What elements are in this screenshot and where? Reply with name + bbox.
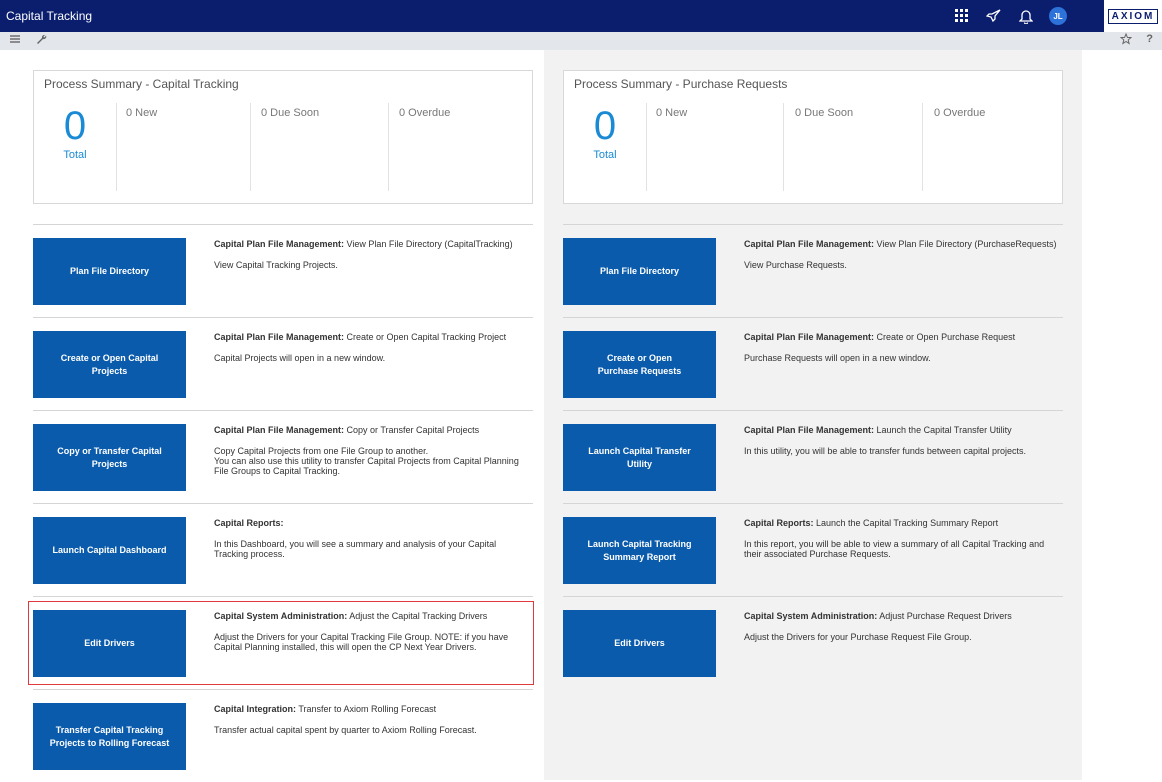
action-heading-detail: Create or Open Purchase Request bbox=[874, 332, 1016, 342]
action-heading: Capital Plan File Management: bbox=[214, 332, 345, 342]
summary-total-value: 0 bbox=[593, 104, 617, 148]
action-row: Launch Capital Dashboard Capital Reports… bbox=[33, 503, 533, 596]
star-icon[interactable] bbox=[1119, 32, 1133, 48]
action-body: Copy Capital Projects from one File Grou… bbox=[214, 446, 519, 476]
action-heading-detail: Launch the Capital Tracking Summary Repo… bbox=[813, 518, 999, 528]
action-body: Capital Projects will open in a new wind… bbox=[214, 353, 386, 363]
action-row: Launch Capital Transfer Utility Capital … bbox=[563, 410, 1063, 503]
summary-total-label: Total bbox=[63, 149, 87, 161]
action-body: In this report, you will be able to view… bbox=[744, 539, 1045, 559]
action-heading-detail: Copy or Transfer Capital Projects bbox=[344, 425, 480, 435]
summary-title: Process Summary - Purchase Requests bbox=[574, 77, 788, 91]
action-row: Create or Open Purchase Requests Capital… bbox=[563, 317, 1063, 410]
summary-due-soon[interactable]: 0 Due Soon bbox=[261, 107, 319, 119]
action-description: Capital Reports: Launch the Capital Trac… bbox=[744, 518, 1059, 559]
summary-overdue[interactable]: 0 Overdue bbox=[399, 107, 450, 119]
action-row: Launch Capital Tracking Summary Report C… bbox=[563, 503, 1063, 596]
action-heading: Capital System Administration: bbox=[744, 611, 878, 621]
action-heading-detail: Create or Open Capital Tracking Project bbox=[344, 332, 507, 342]
action-body: Adjust the Drivers for your Purchase Req… bbox=[744, 632, 972, 642]
copy-transfer-capital-projects-button[interactable]: Copy or Transfer Capital Projects bbox=[33, 424, 186, 491]
main-content: Process Summary - Capital Tracking 0 Tot… bbox=[0, 50, 1162, 780]
wrench-icon[interactable] bbox=[35, 33, 47, 48]
plan-file-directory-button[interactable]: Plan File Directory bbox=[33, 238, 186, 305]
launch-capital-transfer-utility-button[interactable]: Launch Capital Transfer Utility bbox=[563, 424, 716, 491]
summary-divider bbox=[922, 103, 923, 191]
summary-total[interactable]: 0 Total bbox=[564, 103, 646, 191]
action-body: Transfer actual capital spent by quarter… bbox=[214, 725, 477, 735]
summary-total-value: 0 bbox=[63, 104, 87, 148]
action-body: In this Dashboard, you will see a summar… bbox=[214, 539, 497, 559]
action-description: Capital Reports: In this Dashboard, you … bbox=[214, 518, 529, 559]
top-bar: Capital Tracking JL AXIOM bbox=[0, 0, 1162, 32]
menu-icon[interactable] bbox=[9, 33, 21, 48]
action-body: View Capital Tracking Projects. bbox=[214, 260, 338, 270]
action-row: Edit Drivers Capital System Administrati… bbox=[563, 596, 1063, 689]
action-heading-detail: View Plan File Directory (PurchaseReques… bbox=[874, 239, 1057, 249]
action-body: Purchase Requests will open in a new win… bbox=[744, 353, 931, 363]
brand-logo: AXIOM bbox=[1104, 0, 1162, 32]
action-row: Copy or Transfer Capital Projects Capita… bbox=[33, 410, 533, 503]
action-description: Capital Integration: Transfer to Axiom R… bbox=[214, 704, 529, 735]
apps-grid-icon[interactable] bbox=[953, 7, 971, 25]
action-description: Capital System Administration: Adjust Pu… bbox=[744, 611, 1059, 642]
action-heading: Capital Plan File Management: bbox=[214, 239, 345, 249]
process-summary-capital-tracking: Process Summary - Capital Tracking 0 Tot… bbox=[33, 70, 533, 204]
edit-drivers-button[interactable]: Edit Drivers bbox=[563, 610, 716, 677]
summary-new[interactable]: 0 New bbox=[126, 107, 157, 119]
top-icons: JL bbox=[953, 7, 1067, 25]
action-description: Capital Plan File Management: Copy or Tr… bbox=[214, 425, 529, 476]
summary-overdue[interactable]: 0 Overdue bbox=[934, 107, 985, 119]
bell-icon[interactable] bbox=[1017, 7, 1035, 25]
action-body: View Purchase Requests. bbox=[744, 260, 847, 270]
create-open-capital-projects-button[interactable]: Create or Open Capital Projects bbox=[33, 331, 186, 398]
action-row: Plan File Directory Capital Plan File Ma… bbox=[33, 224, 533, 317]
rocket-icon[interactable] bbox=[985, 7, 1003, 25]
transfer-to-rolling-forecast-button[interactable]: Transfer Capital Tracking Projects to Ro… bbox=[33, 703, 186, 770]
create-open-purchase-requests-button[interactable]: Create or Open Purchase Requests bbox=[563, 331, 716, 398]
toolbar: ? bbox=[0, 32, 1162, 50]
action-heading: Capital Integration: bbox=[214, 704, 297, 714]
action-row: Transfer Capital Tracking Projects to Ro… bbox=[33, 689, 533, 782]
action-heading: Capital Reports: bbox=[214, 518, 284, 528]
action-heading: Capital Plan File Management: bbox=[744, 332, 875, 342]
action-body: In this utility, you will be able to tra… bbox=[744, 446, 1026, 456]
action-heading-detail: Adjust Purchase Request Drivers bbox=[877, 611, 1012, 621]
action-heading: Capital Plan File Management: bbox=[214, 425, 345, 435]
summary-due-soon[interactable]: 0 Due Soon bbox=[795, 107, 853, 119]
action-row: Create or Open Capital Projects Capital … bbox=[33, 317, 533, 410]
selection-highlight bbox=[28, 601, 534, 685]
plan-file-directory-button[interactable]: Plan File Directory bbox=[563, 238, 716, 305]
summary-divider bbox=[646, 103, 647, 191]
action-heading-detail: Transfer to Axiom Rolling Forecast bbox=[296, 704, 437, 714]
action-heading: Capital Reports: bbox=[744, 518, 814, 528]
action-heading: Capital Plan File Management: bbox=[744, 425, 875, 435]
help-icon[interactable]: ? bbox=[1146, 33, 1153, 48]
summary-total[interactable]: 0 Total bbox=[34, 103, 116, 191]
action-heading-detail: Launch the Capital Transfer Utility bbox=[874, 425, 1012, 435]
app-title: Capital Tracking bbox=[6, 9, 93, 23]
action-description: Capital Plan File Management: Create or … bbox=[214, 332, 529, 363]
action-heading-detail: View Plan File Directory (CapitalTrackin… bbox=[344, 239, 513, 249]
action-description: Capital Plan File Management: View Plan … bbox=[214, 239, 529, 270]
summary-title: Process Summary - Capital Tracking bbox=[44, 77, 239, 91]
launch-summary-report-button[interactable]: Launch Capital Tracking Summary Report bbox=[563, 517, 716, 584]
summary-divider bbox=[116, 103, 117, 191]
brand-text: AXIOM bbox=[1107, 8, 1159, 24]
summary-divider bbox=[783, 103, 784, 191]
action-row: Plan File Directory Capital Plan File Ma… bbox=[563, 224, 1063, 317]
action-description: Capital Plan File Management: Create or … bbox=[744, 332, 1059, 363]
action-description: Capital Plan File Management: View Plan … bbox=[744, 239, 1059, 270]
action-heading: Capital Plan File Management: bbox=[744, 239, 875, 249]
launch-capital-dashboard-button[interactable]: Launch Capital Dashboard bbox=[33, 517, 186, 584]
summary-divider bbox=[388, 103, 389, 191]
action-description: Capital Plan File Management: Launch the… bbox=[744, 425, 1059, 456]
summary-divider bbox=[250, 103, 251, 191]
process-summary-purchase-requests: Process Summary - Purchase Requests 0 To… bbox=[563, 70, 1063, 204]
user-avatar[interactable]: JL bbox=[1049, 7, 1067, 25]
summary-new[interactable]: 0 New bbox=[656, 107, 687, 119]
summary-total-label: Total bbox=[593, 149, 617, 161]
